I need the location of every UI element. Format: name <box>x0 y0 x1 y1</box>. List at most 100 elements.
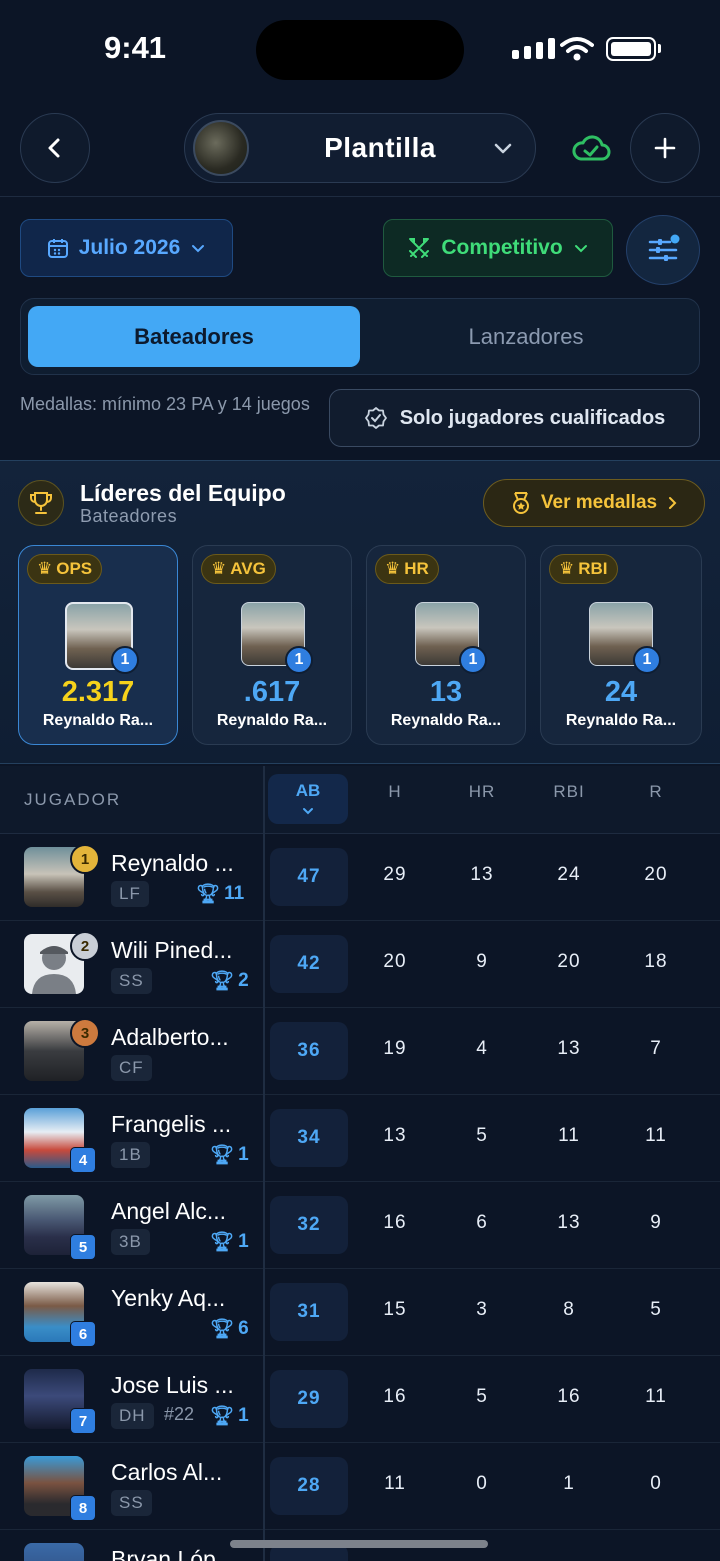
calendar-icon <box>47 239 68 258</box>
date-filter-button[interactable]: Julio 2026 <box>20 219 233 277</box>
leader-name: Reynaldo Ra... <box>390 712 502 729</box>
check-badge-icon <box>364 407 387 429</box>
table-row[interactable]: 3 Adalberto... CF 36 19 4 13 7 <box>0 1008 720 1095</box>
cell-ab: 31 <box>270 1283 348 1341</box>
table-row[interactable]: 2 Wili Pined... SS 🏆︎ 2 42 20 9 20 18 <box>0 921 720 1008</box>
team-avatar <box>193 120 249 176</box>
mode-filter-button[interactable]: Competitivo <box>383 219 613 277</box>
cell-h: 19 <box>383 1038 407 1059</box>
cell-ab: 34 <box>270 1109 348 1167</box>
player-rank-badge: 4 <box>70 1147 96 1173</box>
back-button[interactable] <box>20 113 90 183</box>
cell-h: 20 <box>383 951 407 972</box>
cell-ab: 28 <box>270 1457 348 1515</box>
column-header-h[interactable]: H <box>360 782 430 802</box>
leader-value: 24 <box>604 676 638 708</box>
leader-value: .617 <box>243 676 301 708</box>
table-row[interactable]: 6 Yenky Aq... 🏆︎ 6 31 15 3 8 5 <box>0 1269 720 1356</box>
cell-h: 15 <box>383 1299 407 1320</box>
chevron-down-icon <box>192 245 205 253</box>
leader-card-hr[interactable]: ♛ HR 1 13 Reynaldo Ra... <box>366 545 526 745</box>
cell-hr: 6 <box>476 1212 488 1233</box>
wifi-icon <box>560 37 594 61</box>
date-filter-label: Julio 2026 <box>78 236 181 259</box>
table-row[interactable]: 4 Frangelis ... 1B 🏆︎ 1 34 13 5 11 11 <box>0 1095 720 1182</box>
cloud-synced-icon[interactable] <box>571 133 611 163</box>
cell-r: 5 <box>650 1299 662 1320</box>
table-row[interactable]: 5 Angel Alc... 3B 🏆︎ 1 32 16 6 13 9 <box>0 1182 720 1269</box>
header-divider <box>0 196 720 197</box>
column-header-ab[interactable]: AB <box>268 774 348 824</box>
player-trophies: 🏆︎ 11 <box>196 883 245 905</box>
qualified-only-toggle[interactable]: Solo jugadores cualificados <box>329 389 700 447</box>
column-divider <box>263 766 265 1561</box>
player-position: SS <box>111 1490 152 1516</box>
player-position: DH <box>111 1403 154 1429</box>
bronze-medal-icon: 3 <box>70 1018 100 1048</box>
crown-icon: ♛ <box>211 559 227 578</box>
cell-r: 20 <box>644 864 668 885</box>
cell-h: 16 <box>383 1386 407 1407</box>
leader-card-avg[interactable]: ♛ AVG 1 .617 Reynaldo Ra... <box>192 545 352 745</box>
player-trophies: 🏆︎ 2 <box>210 970 249 992</box>
leader-card-rbi[interactable]: ♛ RBI 1 24 Reynaldo Ra... <box>540 545 702 745</box>
mode-filter-label: Competitivo <box>441 236 563 259</box>
cell-h: 13 <box>383 1125 407 1146</box>
cell-ab: 42 <box>270 935 348 993</box>
player-rank-badge: 8 <box>70 1495 96 1521</box>
column-header-hr[interactable]: HR <box>447 782 517 802</box>
crown-icon: ♛ <box>385 559 401 578</box>
tab-bateadores[interactable]: Bateadores <box>28 306 360 367</box>
player-name: Wili Pined... <box>111 937 233 963</box>
cell-r: 0 <box>650 1473 662 1494</box>
leader-name: Reynaldo Ra... <box>565 712 677 729</box>
leader-stat-badge: ♛ AVG <box>201 554 276 584</box>
player-trophies: 🏆︎ 1 <box>210 1405 249 1427</box>
table-row[interactable]: 8 Carlos Al... SS 28 11 0 1 0 <box>0 1443 720 1530</box>
add-button[interactable] <box>630 113 700 183</box>
silver-medal-icon: 2 <box>70 931 100 961</box>
player-name: Jose Luis ... <box>111 1372 234 1398</box>
column-header-r[interactable]: R <box>621 782 691 802</box>
leader-card-ops[interactable]: ♛ OPS 1 2.317 Reynaldo Ra... <box>18 545 178 745</box>
player-position: CF <box>111 1055 152 1081</box>
table-row[interactable]: 1 Reynaldo ... LF 🏆︎ 11 47 29 13 24 20 <box>0 834 720 921</box>
cell-ab: 32 <box>270 1196 348 1254</box>
leader-name: Reynaldo Ra... <box>42 712 154 729</box>
leader-rank-badge: 1 <box>459 646 487 674</box>
player-position: 3B <box>111 1229 150 1255</box>
player-column-header[interactable]: JUGADOR <box>24 790 121 810</box>
leader-rank-badge: 1 <box>285 646 313 674</box>
cell-ab: 47 <box>270 848 348 906</box>
cell-h: 11 <box>384 1473 406 1494</box>
advanced-filters-button[interactable] <box>626 215 700 285</box>
cell-hr: 4 <box>476 1038 488 1059</box>
player-trophies: 🏆︎ 6 <box>210 1318 249 1340</box>
view-medals-button[interactable]: Ver medallas <box>483 479 705 527</box>
cell-hr: 9 <box>476 951 488 972</box>
crown-icon: ♛ <box>37 559 53 578</box>
medal-requirement-note: Medallas: mínimo 23 PA y 14 juegos <box>20 394 310 414</box>
dynamic-island <box>256 20 464 80</box>
home-indicator[interactable] <box>230 1540 488 1548</box>
trophy-icon: 🏆︎ <box>210 1319 235 1340</box>
player-name: Angel Alc... <box>111 1198 227 1224</box>
cell-ab: 29 <box>270 1370 348 1428</box>
player-rank-badge: 7 <box>70 1408 96 1434</box>
cell-hr: 13 <box>470 864 494 885</box>
column-header-rbi[interactable]: RBI <box>534 782 604 802</box>
team-selector[interactable]: Plantilla <box>184 113 536 183</box>
leaders-subtitle: Bateadores <box>80 506 178 526</box>
table-row[interactable]: 7 Jose Luis ... DH #22 🏆︎ 1 29 16 5 16 11 <box>0 1356 720 1443</box>
trophy-icon: 🏆︎ <box>210 1145 235 1166</box>
leader-rank-badge: 1 <box>633 646 661 674</box>
leader-name: Reynaldo Ra... <box>216 712 328 729</box>
cell-rbi: 24 <box>557 864 581 885</box>
cell-h: 29 <box>383 864 407 885</box>
cell-r: 7 <box>650 1038 662 1059</box>
cell-rbi: 1 <box>563 1473 575 1494</box>
leader-rank-badge: 1 <box>111 646 139 674</box>
cell-rbi: 13 <box>557 1038 581 1059</box>
player-name: Bryan Lóp <box>111 1546 216 1561</box>
tab-lanzadores[interactable]: Lanzadores <box>360 306 692 367</box>
